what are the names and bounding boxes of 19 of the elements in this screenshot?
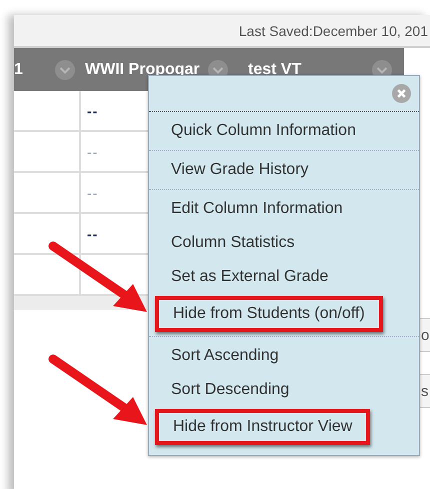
menu-item[interactable]: Sort Descending bbox=[149, 373, 419, 407]
close-icon[interactable] bbox=[392, 84, 411, 103]
menu-item[interactable]: Quick Column Information bbox=[149, 114, 419, 148]
grade-value: -- bbox=[87, 184, 98, 200]
column-heading: test VT bbox=[248, 60, 302, 78]
menu-item[interactable]: Set as External Grade bbox=[149, 260, 419, 294]
grade-value: -- bbox=[87, 226, 98, 242]
menu-item[interactable]: Hide from Students (on/off) bbox=[155, 296, 383, 332]
grade-value: -- bbox=[87, 102, 98, 118]
menu-item[interactable]: Sort Ascending bbox=[149, 339, 419, 373]
menu-item[interactable]: Hide from Instructor View bbox=[155, 409, 370, 445]
menu-item[interactable]: Edit Column Information bbox=[149, 192, 419, 226]
column-menu-icon[interactable] bbox=[54, 60, 75, 80]
grade-value: -- bbox=[87, 144, 98, 160]
column-heading: 1 bbox=[14, 60, 23, 78]
menu-item[interactable]: View Grade History bbox=[149, 153, 419, 187]
menu-item[interactable]: Column Statistics bbox=[149, 226, 419, 260]
column-heading: WWII Propogar bbox=[85, 60, 200, 78]
last-saved-text: Last Saved:December 10, 201 bbox=[238, 22, 428, 38]
